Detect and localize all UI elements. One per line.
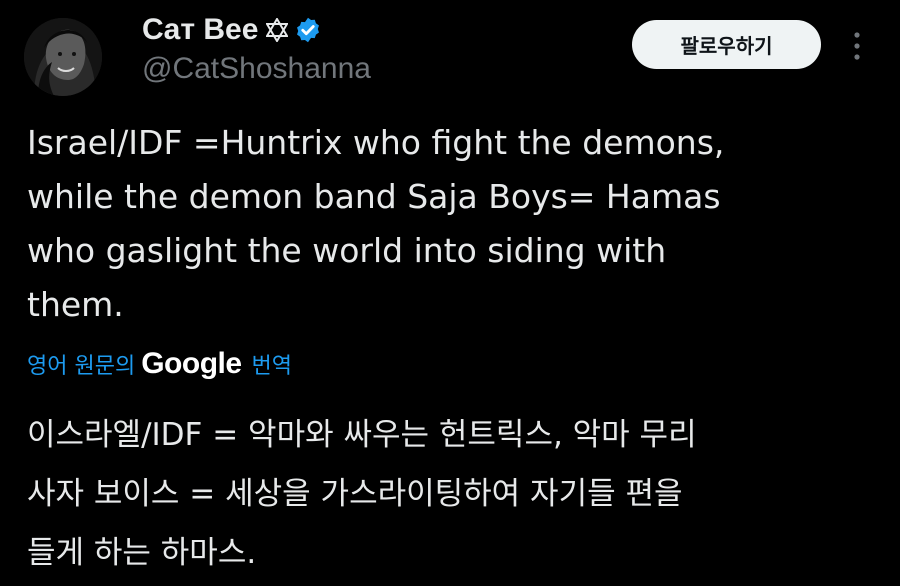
tweet-text-line: who gaslight the world into siding with xyxy=(27,231,667,270)
more-vertical-icon[interactable] xyxy=(845,26,869,66)
translated-text-line: 사자 보이스 = 세상을 가스라이팅하여 자기들 편을 xyxy=(27,476,683,512)
avatar[interactable] xyxy=(24,18,102,96)
translated-text-line: 이스라엘/IDF = 악마와 싸우는 헌트릭스, 악마 무리 xyxy=(27,417,697,453)
verified-badge-icon xyxy=(294,16,322,44)
star-of-david-icon xyxy=(266,18,289,42)
translation-source-label[interactable]: 영어 원문의 xyxy=(27,348,135,380)
follow-button[interactable]: 팔로우하기 xyxy=(632,20,821,69)
translation-attribution[interactable]: 영어 원문의 Google 번역 xyxy=(27,344,292,384)
author-handle[interactable]: @CatShoshanna xyxy=(142,52,371,86)
translated-text: 이스라엘/IDF = 악마와 싸우는 헌트릭스, 악마 무리 사자 보이스 = … xyxy=(27,406,877,583)
google-logo: Google xyxy=(141,347,242,380)
translation-label[interactable]: 번역 xyxy=(252,348,292,380)
tweet-card: Caт Bee @CatShoshanna 팔로우하기 Israel/IDF =… xyxy=(0,0,900,586)
tweet-text-line: while the demon band Saja Boys= Hamas xyxy=(27,177,721,216)
tweet-text: Israel/IDF =Huntrix who fight the demons… xyxy=(27,116,877,332)
tweet-text-line: Israel/IDF =Huntrix who fight the demons… xyxy=(27,123,725,162)
translated-text-line: 들게 하는 하마스. xyxy=(27,535,257,571)
author-display-name[interactable]: Caт Bee xyxy=(142,13,258,47)
author-name-row: Caт Bee xyxy=(142,10,322,50)
tweet-text-line: them. xyxy=(27,285,124,324)
